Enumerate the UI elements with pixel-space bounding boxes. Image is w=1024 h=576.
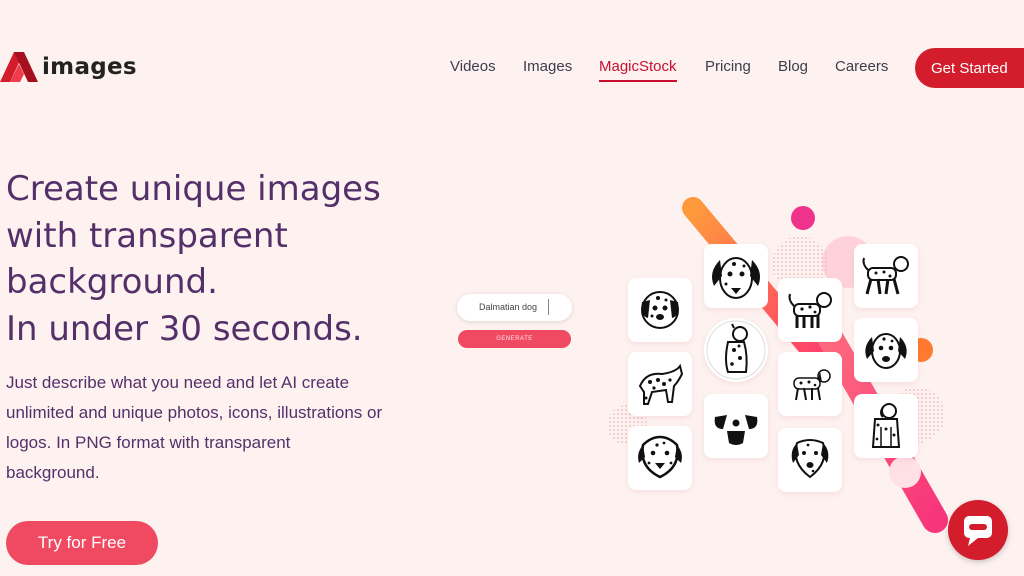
image-tile[interactable] (854, 244, 918, 308)
dalmatian-standing-icon (788, 292, 832, 328)
dalmatian-lineart-icon (791, 439, 829, 479)
image-tile[interactable] (704, 318, 768, 382)
dalmatian-face-icon (865, 333, 907, 369)
dalmatian-head-outline-icon (638, 435, 682, 479)
dalmatian-sitting-icon (706, 320, 766, 380)
image-tile[interactable] (628, 278, 692, 342)
prompt-input[interactable]: Dalmatian dog (457, 294, 572, 321)
image-tile[interactable] (628, 426, 692, 490)
hero-illustration: Dalmatian dog GENERATE (0, 0, 1024, 576)
image-tile[interactable] (778, 428, 842, 492)
dalmatian-walking-icon (862, 256, 909, 295)
dog-face-minimal-icon (714, 415, 758, 445)
chat-bubble-icon (964, 516, 992, 546)
image-tile[interactable] (704, 244, 768, 308)
image-tile[interactable] (854, 394, 918, 458)
generate-button[interactable]: GENERATE (458, 330, 571, 348)
dalmatian-walking-lineart-icon (793, 369, 831, 401)
dalmatian-spotted-body-icon (638, 363, 684, 405)
image-tile[interactable] (778, 352, 842, 416)
image-tile[interactable] (854, 318, 918, 382)
dalmatian-head-icon (712, 257, 760, 299)
image-tile[interactable] (778, 278, 842, 342)
image-tile[interactable] (628, 352, 692, 416)
dalmatian-face-round-icon (641, 291, 679, 329)
chat-widget-button[interactable] (948, 500, 1008, 560)
dalmatian-sitting-lineart-icon (871, 403, 901, 448)
image-tile[interactable] (704, 394, 768, 458)
